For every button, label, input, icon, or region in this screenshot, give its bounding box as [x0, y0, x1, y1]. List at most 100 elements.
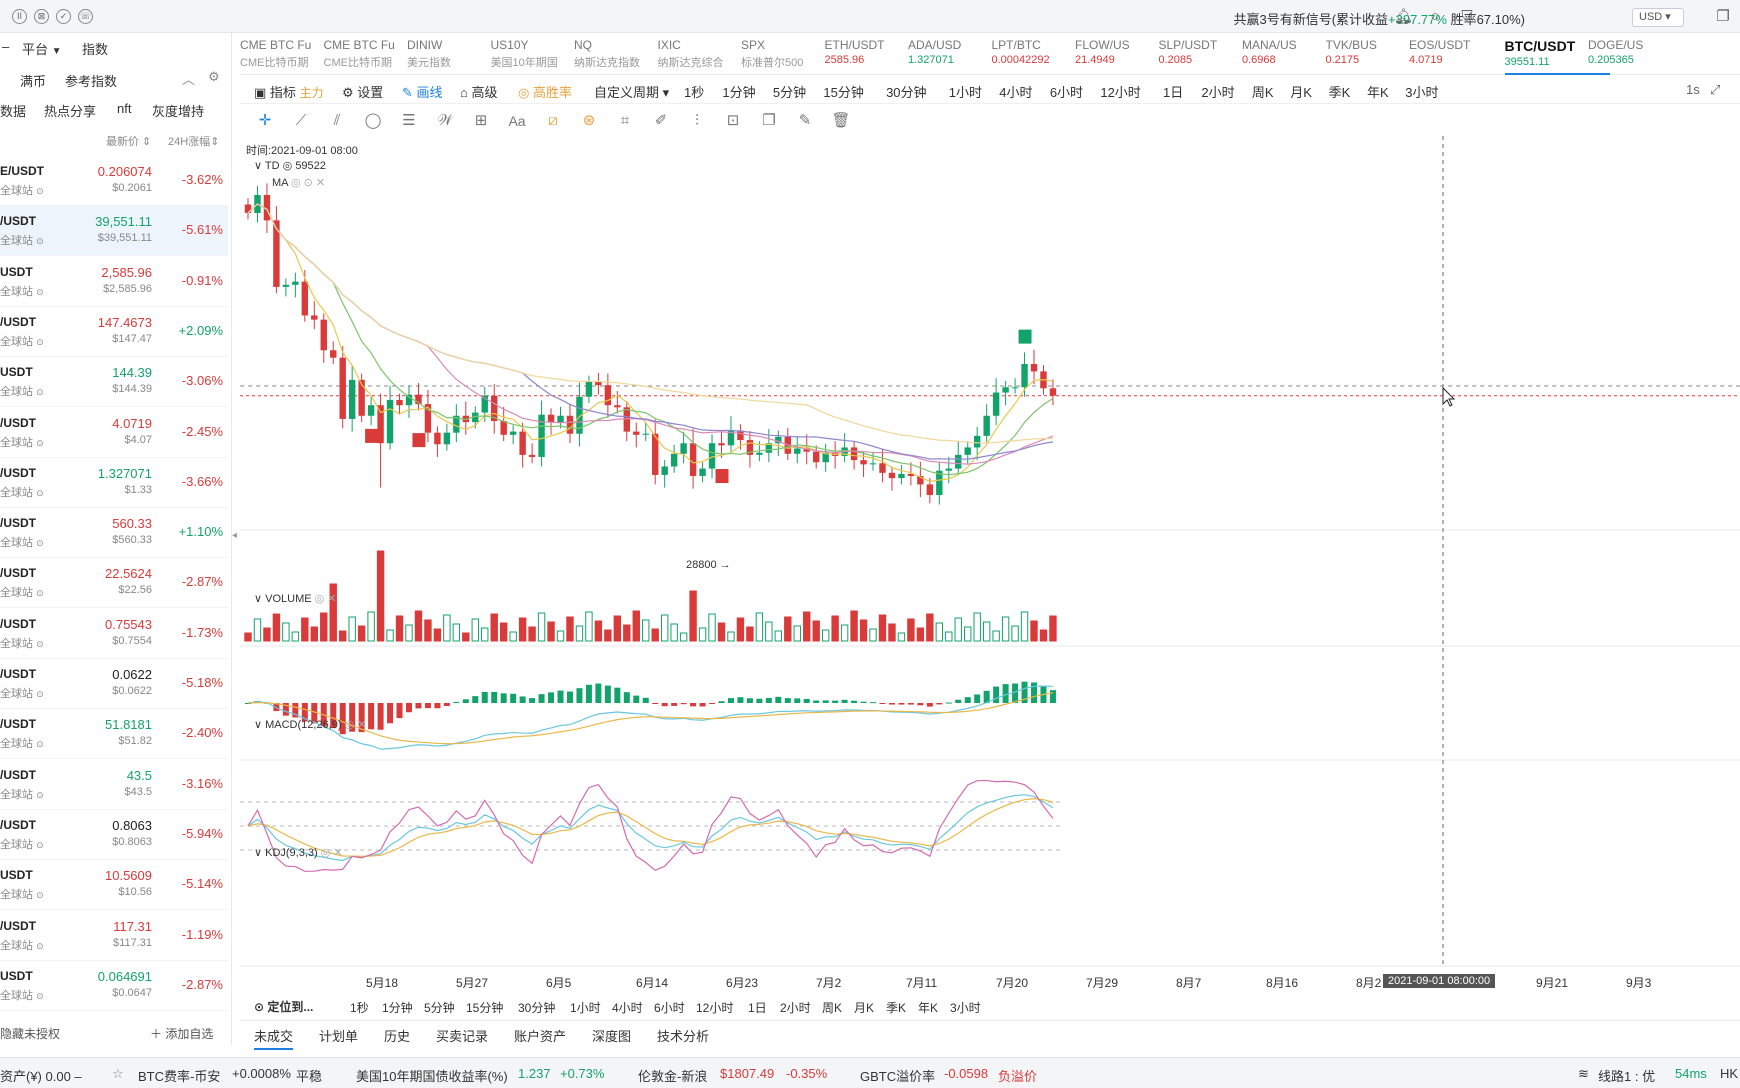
market-row[interactable]: /USDT 全球站 ⊙ 43.5 $43.5 -3.16% [0, 760, 228, 810]
fullscreen-icon[interactable]: ⤢ [1710, 82, 1720, 98]
bottom-period-option[interactable]: 15分钟 [466, 999, 503, 1016]
copy-icon[interactable]: ❐ [758, 110, 780, 132]
wave-icon[interactable]: 𝒲 [434, 110, 456, 132]
market-row[interactable]: /USDT 全球站 ⊙ 1.327071 $1.33 -3.66% [0, 458, 228, 508]
market-row[interactable]: /USDT 全球站 ⊙ 147.4673 $147.47 +2.09% [0, 307, 228, 357]
market-row[interactable]: USDT 全球站 ⊙ 144.39 $144.39 -3.06% [0, 357, 228, 408]
market-row[interactable]: E/USDT 全球站 ⊙ 0.206074 $0.2061 -3.62% [0, 156, 228, 206]
signal-notice[interactable]: 共赢3号有新信号(累计收益+397.77% 胜率67.10%) [1233, 9, 1525, 28]
tab-data[interactable]: 数据 [0, 101, 26, 120]
settings-button[interactable]: ⚙ 设置 [342, 82, 383, 101]
period-option[interactable]: 4小时 [999, 82, 1032, 101]
edit-icon[interactable]: ✎ [794, 110, 816, 132]
indicator-button[interactable]: ▣ 指标 主力 [254, 82, 324, 101]
period-option[interactable]: 1小时 [949, 82, 982, 101]
refresh-rate[interactable]: 1s [1686, 82, 1700, 97]
market-row[interactable]: /USDT 全球站 ⊙ 560.33 $560.33 +1.10% [0, 508, 228, 559]
ticker-item[interactable]: SPX 标准普尔500 [741, 38, 829, 70]
volume-legend[interactable]: ∨ VOLUME ◎ ✕ [254, 592, 337, 605]
bottom-period-option[interactable]: 3小时 [950, 999, 981, 1016]
add-favorite-button[interactable]: ＋ 添加自选 [150, 1025, 213, 1042]
tab-manbi[interactable]: 满币 [20, 71, 46, 90]
chevron-up-icon[interactable]: ︿ [182, 69, 195, 88]
parallel-channel-icon[interactable]: ⫽ [326, 110, 348, 132]
lock-icon[interactable]: ⊡ [722, 110, 744, 132]
market-row[interactable]: /USDT 全球站 ⊙ 0.75543 $0.7554 -1.73% [0, 609, 228, 659]
ticker-item[interactable]: FLOW/US 21.4949 [1075, 38, 1163, 66]
period-option[interactable]: 2小时 [1201, 82, 1234, 101]
period-option[interactable]: 5分钟 [773, 82, 806, 101]
period-option[interactable]: 30分钟 [886, 82, 926, 101]
period-option[interactable]: 6小时 [1050, 82, 1083, 101]
bottom-period-option[interactable]: 12小时 [696, 999, 733, 1016]
ticker-item[interactable]: ETH/USDT 2585.96 [825, 38, 913, 66]
tab-grayscale[interactable]: 灰度增持 [152, 101, 204, 120]
ellipse-icon[interactable]: ◯ [362, 110, 384, 132]
tab-hot[interactable]: 热点分享 [44, 101, 96, 120]
ma-legend[interactable]: MA ◎ ⊙ ✕ [272, 176, 325, 189]
line-label[interactable]: 线路1 : 优 [1598, 1066, 1655, 1085]
period-option[interactable]: 年K [1367, 82, 1389, 101]
winrate-button[interactable]: ◎ 高胜率 [518, 82, 572, 101]
period-option[interactable]: 季K [1329, 82, 1351, 101]
ticker-item[interactable]: ADA/USD 1.327071 [908, 38, 996, 66]
macd-settings-icon[interactable]: ◎ ✕ [345, 719, 367, 731]
market-row[interactable]: /USDT 全球站 ⊙ 22.5624 $22.56 -2.87% [0, 558, 228, 609]
bottom-tab[interactable]: 买卖记录 [436, 1026, 488, 1045]
market-row[interactable]: /USDT 全球站 ⊙ 4.0719 $4.07 -2.45% [0, 408, 228, 458]
td-legend[interactable]: ∨ TD ◎ 59522 [254, 159, 326, 172]
bell-icon[interactable]: 🔔︎ [1394, 8, 1413, 26]
phone-icon[interactable]: ☏ [78, 9, 93, 24]
macd-legend[interactable]: ∨ MACD(12,26,9) ◎ ✕ [254, 718, 366, 731]
tab-index[interactable]: 指数 [82, 39, 108, 58]
ticker-item[interactable]: IXIC 纳斯达克综合 [658, 38, 746, 70]
ticker-item[interactable]: US10Y 美国10年期国 [491, 38, 579, 70]
trendline-icon[interactable]: ⟋ [290, 110, 312, 132]
market-row[interactable]: /USDT 全球站 ⊙ 0.0622 $0.0622 -5.18% [0, 659, 228, 709]
period-option[interactable]: 月K [1290, 82, 1312, 101]
measure-icon[interactable]: ⊞ [470, 110, 492, 132]
hide-unauthorized[interactable]: 隐藏未授权 [0, 1025, 60, 1042]
ticker-item[interactable]: TVK/BUS 0.2175 [1326, 38, 1414, 66]
period-option[interactable]: 1分钟 [722, 82, 755, 101]
kdj-settings-icon[interactable]: ◎ ✕ [321, 847, 343, 859]
pause-icon[interactable]: II [12, 9, 27, 24]
col-change-header[interactable]: 24H涨幅⇕ [168, 133, 219, 149]
collapse-sidebar-icon[interactable]: ◂ [232, 530, 240, 550]
goto-button[interactable]: ⊙ 定位到... [254, 998, 313, 1015]
custom-period-select[interactable]: 自定义周期 ▾ [594, 82, 669, 101]
market-row[interactable]: USDT 全球站 ⊙ 2,585.96 $2,585.96 -0.91% [0, 257, 228, 307]
period-option[interactable]: 15分钟 [823, 82, 863, 101]
bottom-tab[interactable]: 历史 [384, 1026, 410, 1045]
bottom-period-option[interactable]: 1秒 [350, 999, 369, 1016]
ruler-icon[interactable]: ⌗ [614, 110, 636, 132]
screen-icon[interactable]: ⊠ [34, 9, 49, 24]
text-tool-icon[interactable]: Aa [506, 110, 528, 132]
gann-icon[interactable]: ⊛ [578, 110, 600, 132]
tab-platform[interactable]: 平台 ▼ [22, 39, 62, 58]
search-icon[interactable]: ○ [1426, 8, 1444, 26]
window-icon[interactable]: ❐ [1714, 8, 1732, 26]
chart-area[interactable]: 时间:2021-09-01 08:00 ∨ TD ◎ 59522 MA ◎ ⊙ … [240, 136, 1740, 1015]
ticker-item[interactable]: NQ 纳斯达克指数 [574, 38, 662, 70]
market-row[interactable]: /USDT 全球站 ⊙ 117.31 $117.31 -1.19% [0, 911, 228, 961]
market-row[interactable]: USDT 全球站 ⊙ 0.064691 $0.0647 -2.87% [0, 961, 228, 1011]
bottom-period-option[interactable]: 周K [822, 999, 842, 1016]
shirt-icon[interactable]: ⛉ [1458, 8, 1476, 26]
bottom-period-option[interactable]: 5分钟 [424, 999, 455, 1016]
market-row[interactable]: USDT 全球站 ⊙ 10.5609 $10.56 -5.14% [0, 860, 228, 911]
bottom-period-option[interactable]: 1小时 [570, 999, 601, 1016]
volume-settings-icon[interactable]: ◎ ✕ [315, 593, 337, 605]
tab-nft[interactable]: nft [117, 101, 131, 116]
bottom-tab[interactable]: 计划单 [319, 1026, 358, 1045]
ticker-item[interactable]: SLP/USDT 0.2085 [1159, 38, 1247, 66]
ticker-item[interactable]: DINIW 美元指数 [407, 38, 495, 70]
bottom-period-option[interactable]: 6小时 [654, 999, 685, 1016]
bottom-period-option[interactable]: 2小时 [780, 999, 811, 1016]
bottom-tab[interactable]: 账户资产 [514, 1026, 566, 1045]
period-option[interactable]: 周K [1252, 82, 1274, 101]
bottom-tab[interactable]: 技术分析 [657, 1026, 709, 1045]
bottom-period-option[interactable]: 30分钟 [518, 999, 555, 1016]
kdj-legend[interactable]: ∨ KDJ(9,3,3) ◎ ✕ [254, 846, 343, 859]
gear-icon[interactable]: ⚙ [208, 69, 220, 85]
